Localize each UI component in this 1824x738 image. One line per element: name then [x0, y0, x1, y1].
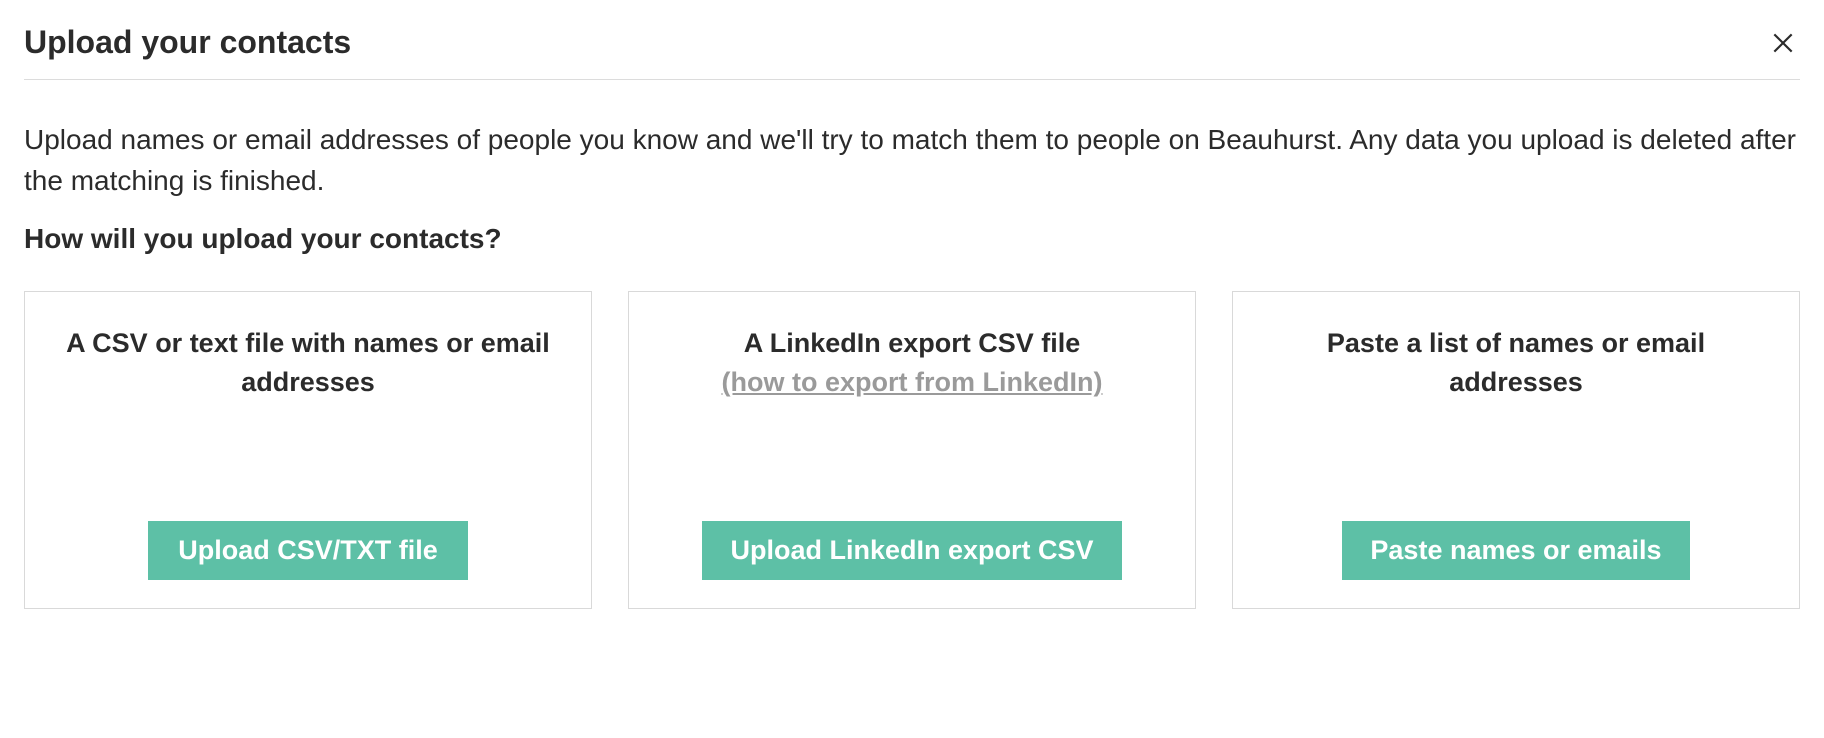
modal-title: Upload your contacts [24, 24, 351, 61]
linkedin-export-help-link[interactable]: (how to export from LinkedIn) [722, 363, 1103, 402]
option-title-csv: A CSV or text file with names or email a… [53, 324, 563, 402]
close-icon [1770, 30, 1796, 56]
upload-options-row: A CSV or text file with names or email a… [24, 291, 1800, 609]
upload-csv-button[interactable]: Upload CSV/TXT file [148, 521, 468, 580]
modal-description: Upload names or email addresses of peopl… [24, 120, 1800, 201]
option-card-linkedin: A LinkedIn export CSV file (how to expor… [628, 291, 1196, 609]
modal-subheading: How will you upload your contacts? [24, 223, 1800, 255]
close-button[interactable] [1766, 26, 1800, 60]
paste-names-button[interactable]: Paste names or emails [1342, 521, 1689, 580]
card-top: Paste a list of names or email addresses [1261, 324, 1771, 402]
card-top: A LinkedIn export CSV file (how to expor… [657, 324, 1167, 402]
upload-linkedin-button[interactable]: Upload LinkedIn export CSV [702, 521, 1121, 580]
option-title-paste: Paste a list of names or email addresses [1261, 324, 1771, 402]
card-top: A CSV or text file with names or email a… [53, 324, 563, 402]
option-card-csv: A CSV or text file with names or email a… [24, 291, 592, 609]
option-card-paste: Paste a list of names or email addresses… [1232, 291, 1800, 609]
modal-header: Upload your contacts [24, 24, 1800, 80]
option-title-linkedin: A LinkedIn export CSV file [744, 324, 1081, 363]
